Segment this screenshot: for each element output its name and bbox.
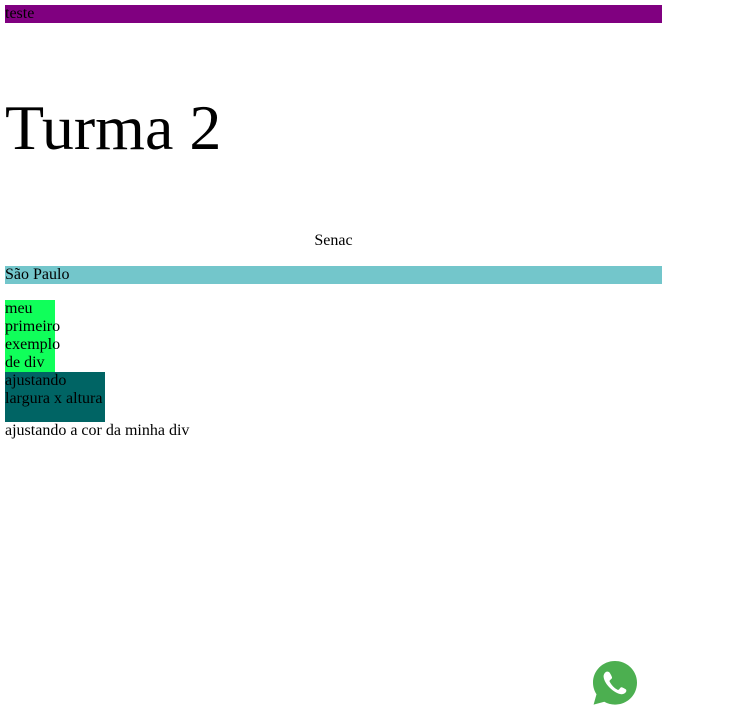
green-box-line: de div — [5, 354, 45, 371]
green-box-line: exemplo — [5, 336, 61, 353]
green-div-box: meu primeiro exemplo de div — [5, 300, 61, 372]
teal-box-line: ajustando — [5, 372, 67, 389]
centered-text: Senac — [314, 232, 353, 249]
city-bar-text: São Paulo — [5, 266, 70, 283]
whatsapp-button[interactable] — [590, 658, 640, 708]
color-caption-text: ajustando a cor da minha div — [5, 422, 190, 439]
teal-box-line: largura x altura — [5, 390, 103, 407]
green-box-line: primeiro — [5, 318, 61, 335]
whatsapp-icon — [593, 661, 637, 705]
green-box-line: meu — [5, 300, 33, 317]
top-bar: teste — [5, 5, 662, 23]
city-bar: São Paulo — [5, 266, 662, 284]
page-title: Turma 2 — [5, 92, 222, 163]
teal-div-box: ajustando largura x altura — [5, 372, 105, 422]
top-bar-text: teste — [5, 5, 35, 22]
